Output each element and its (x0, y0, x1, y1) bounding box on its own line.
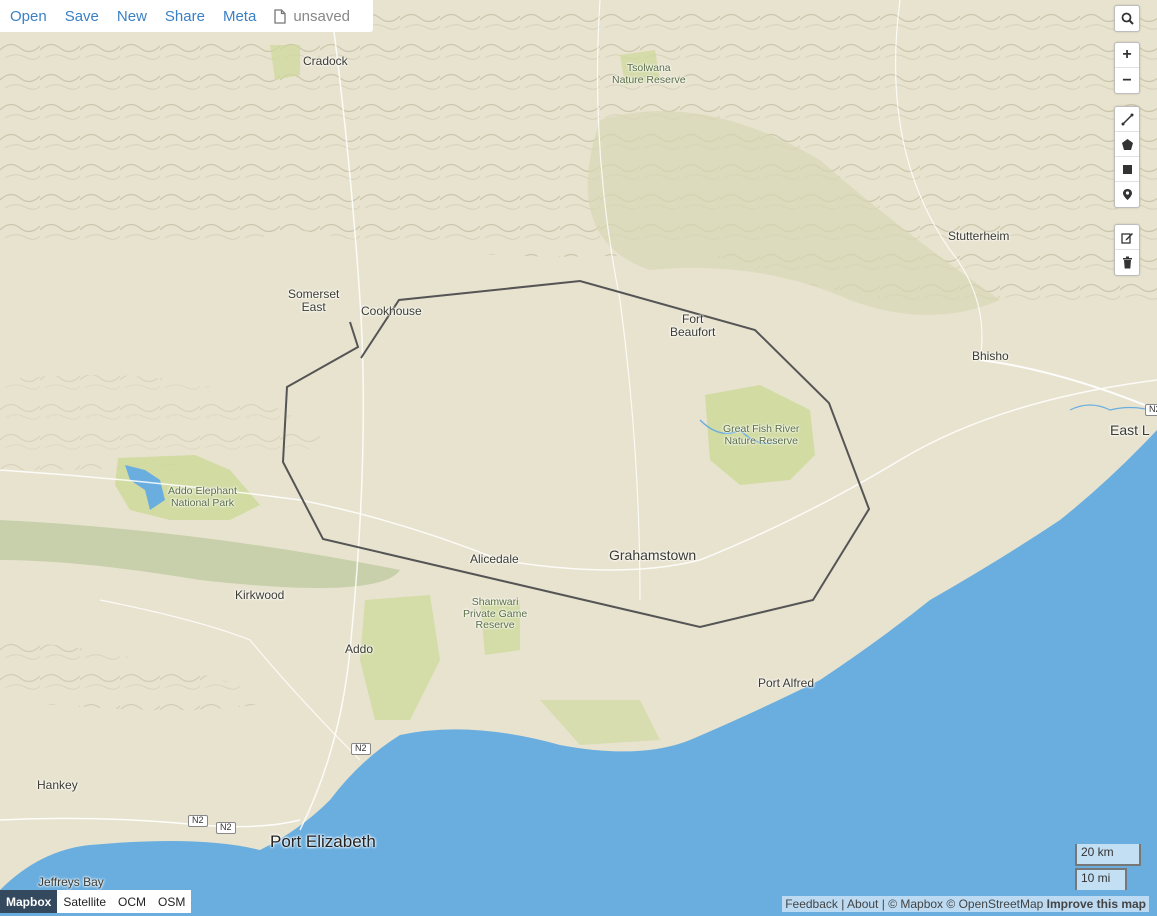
zoom-in-button[interactable]: + (1115, 43, 1139, 68)
map-label-cookhouse: Cookhouse (361, 304, 422, 318)
search-icon (1121, 12, 1134, 25)
zoom-out-icon: − (1122, 71, 1132, 89)
road-shield-n2: N2 (1145, 404, 1157, 416)
map-label-alicedale: Alicedale (470, 552, 519, 566)
draw-toolbar (1114, 106, 1140, 208)
file-icon (274, 8, 286, 24)
attribution: Feedback | About | © Mapbox © OpenStreet… (782, 896, 1149, 912)
map-label-jeffreys-bay: Jeffreys Bay (38, 875, 104, 889)
layer-satellite-button[interactable]: Satellite (57, 890, 112, 913)
rectangle-icon (1122, 164, 1132, 174)
search-button[interactable] (1115, 6, 1139, 31)
map-label-kirkwood: Kirkwood (235, 588, 285, 602)
map-label-port-alfred: Port Alfred (758, 676, 815, 690)
map-label-addo-elephant: Addo Elephant National Park (168, 485, 237, 509)
draw-line-button[interactable] (1115, 107, 1139, 132)
line-icon (1121, 113, 1133, 125)
map-label-port-elizabeth: Port Elizabeth (270, 832, 376, 851)
file-status: unsaved (274, 8, 350, 25)
marker-icon (1122, 189, 1132, 200)
scale-metric-label: 20 km (1075, 844, 1141, 866)
road-shield-n2: N2 (351, 743, 371, 755)
layer-mapbox-button[interactable]: Mapbox (0, 890, 58, 913)
map-label-hankey: Hankey (37, 778, 78, 792)
edit-icon (1120, 232, 1133, 244)
mapbox-attribution-link[interactable]: © Mapbox (888, 897, 943, 911)
meta-button[interactable]: Meta (223, 8, 256, 25)
scale-imperial-label: 10 mi (1075, 868, 1127, 890)
osm-attribution-link[interactable]: © OpenStreetMap (946, 897, 1043, 911)
map-terrain (0, 0, 1157, 916)
map-label-bhisho: Bhisho (972, 349, 1009, 363)
scale-imperial: 10 mi (1075, 868, 1127, 890)
road-shield-n2: N2 (216, 822, 236, 834)
map-label-cradock: Cradock (303, 54, 348, 68)
draw-polygon-button[interactable] (1115, 132, 1139, 157)
layer-ocm-button[interactable]: OCM (112, 890, 152, 913)
layer-osm-button[interactable]: OSM (152, 890, 191, 913)
map-label-east-london: East L (1110, 422, 1150, 438)
top-menu-bar: Open Save New Share Meta unsaved (0, 0, 373, 32)
zoom-in-icon: + (1122, 46, 1132, 63)
delete-layers-button[interactable] (1115, 250, 1139, 275)
search-control (1114, 5, 1140, 32)
scale-metric: 20 km (1075, 844, 1141, 866)
layer-switcher: Mapbox Satellite OCM OSM (0, 890, 192, 913)
share-button[interactable]: Share (165, 8, 205, 25)
zoom-control: + − (1114, 42, 1140, 94)
improve-map-link[interactable]: Improve this map (1047, 897, 1146, 911)
open-button[interactable]: Open (10, 8, 47, 25)
map-label-shamwari: Shamwari Private Game Reserve (463, 596, 528, 632)
zoom-out-button[interactable]: − (1115, 68, 1139, 93)
map-label-stutterheim: Stutterheim (948, 229, 1010, 243)
edit-layers-button[interactable] (1115, 225, 1139, 250)
map-label-great-fish-river: Great Fish River Nature Reserve (723, 423, 800, 447)
about-link[interactable]: About (847, 897, 878, 911)
feedback-link[interactable]: Feedback (785, 897, 838, 911)
trash-icon (1122, 256, 1132, 269)
save-button[interactable]: Save (65, 8, 99, 25)
map-label-tsolwana: Tsolwana Nature Reserve (612, 62, 686, 86)
road-shield-n2: N2 (188, 815, 208, 827)
map-label-addo: Addo (345, 642, 374, 656)
draw-marker-button[interactable] (1115, 182, 1139, 207)
polygon-icon (1121, 138, 1133, 150)
map-label-somerset-east: Somerset East (288, 287, 340, 315)
map-label-grahamstown: Grahamstown (609, 547, 697, 563)
edit-toolbar (1114, 224, 1140, 276)
map-label-fort-beaufort: Fort Beaufort (670, 312, 716, 340)
draw-rectangle-button[interactable] (1115, 157, 1139, 182)
file-status-label: unsaved (293, 7, 351, 25)
map-canvas[interactable]: Cradock Tsolwana Nature Reserve Stutterh… (0, 0, 1157, 916)
new-button[interactable]: New (117, 8, 147, 25)
